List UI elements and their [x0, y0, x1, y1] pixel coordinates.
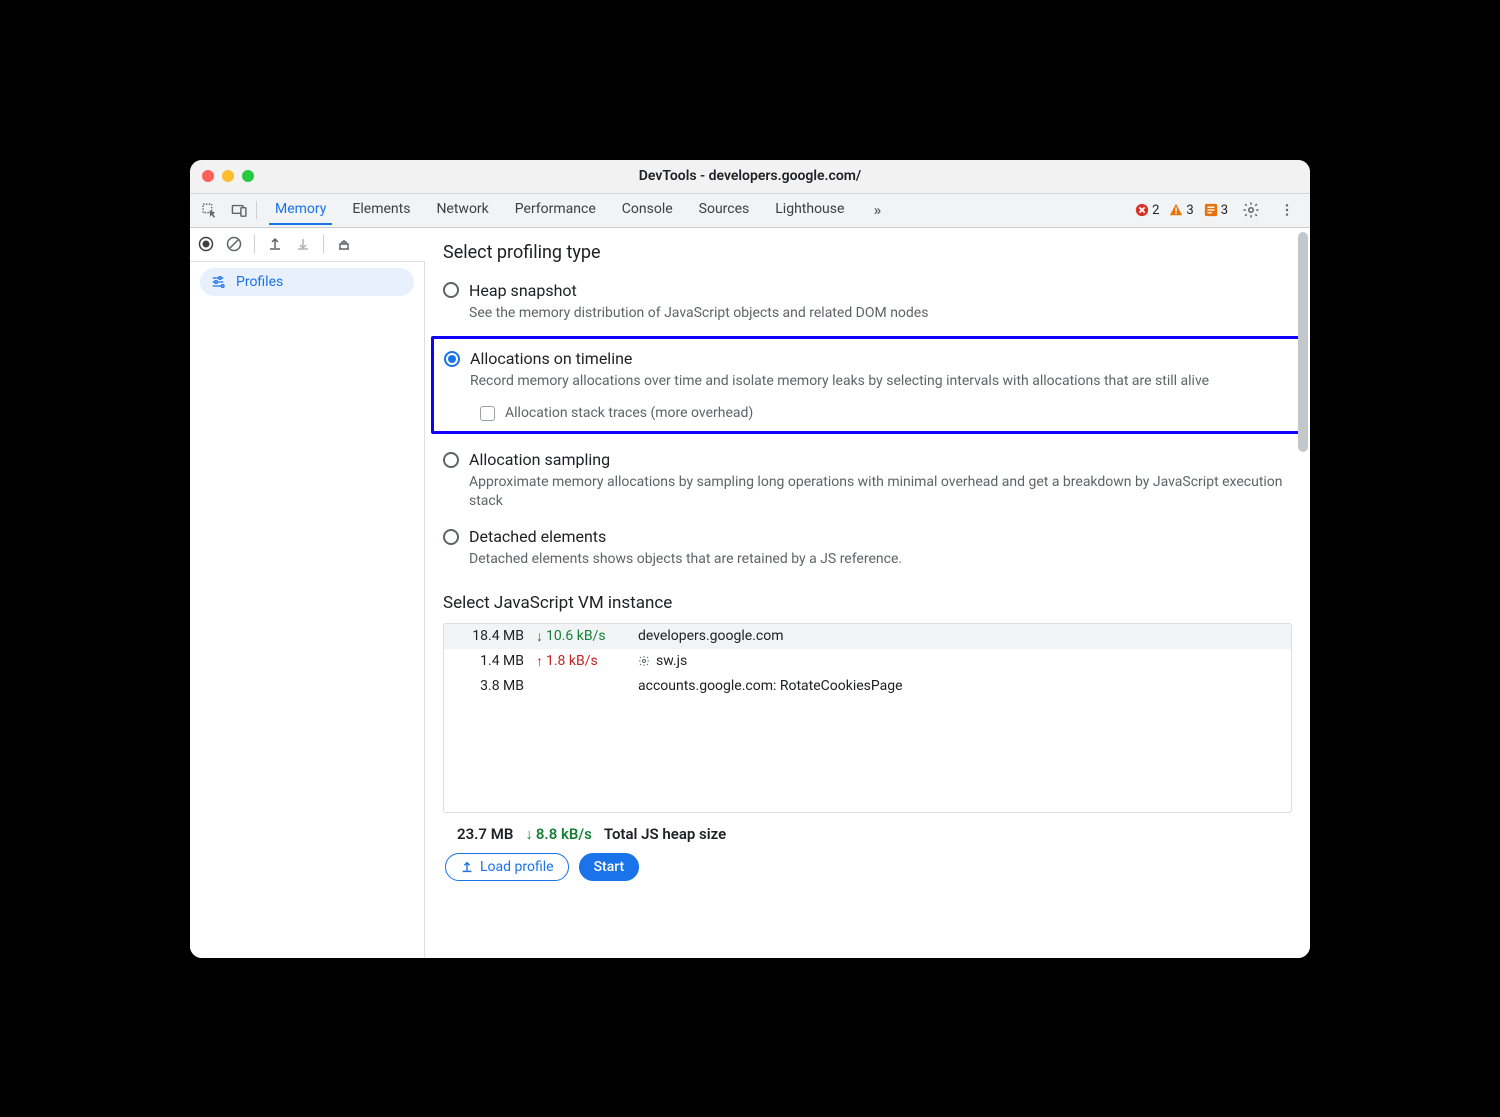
clear-icon[interactable]	[226, 236, 242, 252]
total-label: Total JS heap size	[604, 825, 726, 843]
tab-network[interactable]: Network	[430, 195, 494, 225]
devtools-window: DevTools - developers.google.com/ Memory…	[190, 160, 1310, 958]
start-button[interactable]: Start	[579, 853, 640, 881]
option-allocation-sampling[interactable]: Allocation sampling Approximate memory a…	[443, 444, 1292, 521]
window-title: DevTools - developers.google.com/	[639, 168, 862, 184]
arrow-down-icon: ↓	[525, 825, 533, 843]
divider	[256, 201, 257, 219]
errors-badge[interactable]: 2	[1135, 203, 1159, 218]
suboption-label: Allocation stack traces (more overhead)	[505, 405, 753, 421]
vm-size: 1.4 MB	[454, 653, 524, 669]
minimize-window-button[interactable]	[222, 170, 234, 182]
total-heap-row: 23.7 MB ↓8.8 kB/s Total JS heap size	[443, 813, 1292, 853]
vm-name: sw.js	[638, 653, 1281, 669]
sliders-icon	[210, 274, 226, 290]
tab-console[interactable]: Console	[616, 195, 679, 225]
vm-name: accounts.google.com: RotateCookiesPage	[638, 678, 1281, 694]
window-controls	[202, 170, 254, 182]
zoom-window-button[interactable]	[242, 170, 254, 182]
vm-instance-table: 18.4 MB ↓10.6 kB/s developers.google.com…	[443, 623, 1292, 813]
inspect-element-icon[interactable]	[196, 197, 222, 223]
tab-performance[interactable]: Performance	[509, 195, 602, 225]
sidebar-item-label: Profiles	[236, 274, 283, 290]
vm-size: 3.8 MB	[454, 678, 524, 694]
radio-icon[interactable]	[443, 529, 459, 545]
option-label: Allocations on timeline	[470, 349, 632, 368]
panel-tabbar: Memory Elements Network Performance Cons…	[190, 194, 1310, 228]
load-profile-button[interactable]: Load profile	[445, 853, 569, 881]
issues-count: 3	[1221, 203, 1228, 218]
warnings-count: 3	[1186, 203, 1193, 218]
option-desc: Detached elements shows objects that are…	[469, 550, 1292, 569]
download-icon[interactable]	[295, 236, 311, 252]
collect-garbage-icon[interactable]	[336, 236, 352, 252]
option-detached-elements[interactable]: Detached elements Detached elements show…	[443, 521, 1292, 579]
tab-lighthouse[interactable]: Lighthouse	[769, 195, 850, 225]
option-desc: Approximate memory allocations by sampli…	[469, 473, 1292, 511]
radio-icon[interactable]	[443, 282, 459, 298]
vm-row[interactable]: 1.4 MB ↑1.8 kB/s sw.js	[444, 649, 1291, 674]
radio-icon[interactable]	[443, 452, 459, 468]
scrollbar-thumb[interactable]	[1298, 232, 1308, 452]
option-allocations-timeline[interactable]: Allocations on timeline Record memory al…	[444, 349, 1291, 421]
vm-name: developers.google.com	[638, 628, 1281, 644]
tab-sources[interactable]: Sources	[693, 195, 756, 225]
more-tabs-icon[interactable]: »	[864, 197, 890, 223]
warnings-badge[interactable]: 3	[1169, 203, 1193, 218]
device-toolbar-icon[interactable]	[226, 197, 252, 223]
suboption-stack-traces[interactable]: Allocation stack traces (more overhead)	[480, 405, 1291, 421]
radio-icon[interactable]	[444, 351, 460, 367]
record-icon[interactable]	[198, 236, 214, 252]
vm-size: 18.4 MB	[454, 628, 524, 644]
vm-rate: ↓10.6 kB/s	[536, 628, 626, 645]
titlebar: DevTools - developers.google.com/	[190, 160, 1310, 194]
issues-badge[interactable]: 3	[1204, 203, 1228, 218]
upload-icon[interactable]	[267, 236, 283, 252]
panel-tabs: Memory Elements Network Performance Cons…	[269, 195, 1131, 225]
option-desc: Record memory allocations over time and …	[470, 372, 1291, 391]
kebab-menu-icon[interactable]	[1274, 197, 1300, 223]
vm-rate: ↑1.8 kB/s	[536, 653, 626, 670]
gear-icon	[638, 655, 650, 667]
profiling-type-heading: Select profiling type	[443, 242, 1292, 263]
errors-count: 2	[1152, 203, 1159, 218]
option-label: Heap snapshot	[469, 281, 577, 300]
checkbox-icon[interactable]	[480, 406, 495, 421]
highlighted-option-box: Allocations on timeline Record memory al…	[431, 336, 1304, 434]
vm-row[interactable]: 3.8 MB accounts.google.com: RotateCookie…	[444, 674, 1291, 698]
arrow-up-icon: ↑	[536, 653, 543, 670]
memory-toolbar	[190, 228, 425, 262]
panel-body: Profiles Select profiling type Heap snap…	[190, 228, 1310, 958]
total-rate: ↓8.8 kB/s	[525, 825, 592, 843]
vm-row[interactable]: 18.4 MB ↓10.6 kB/s developers.google.com	[444, 624, 1291, 649]
option-heap-snapshot[interactable]: Heap snapshot See the memory distributio…	[443, 275, 1292, 333]
status-indicators: 2 3 3	[1135, 197, 1300, 223]
scrollbar-track[interactable]	[1299, 230, 1309, 958]
upload-icon	[460, 860, 474, 874]
option-desc: See the memory distribution of JavaScrip…	[469, 304, 1292, 323]
footer-buttons: Load profile Start	[443, 853, 1292, 885]
vm-instance-heading: Select JavaScript VM instance	[443, 593, 1292, 613]
divider	[323, 235, 324, 253]
main-content: Select profiling type Heap snapshot See …	[425, 228, 1310, 958]
close-window-button[interactable]	[202, 170, 214, 182]
tab-elements[interactable]: Elements	[346, 195, 416, 225]
option-label: Detached elements	[469, 527, 606, 546]
tab-memory[interactable]: Memory	[269, 195, 332, 225]
divider	[254, 235, 255, 253]
total-size: 23.7 MB	[457, 825, 513, 843]
arrow-down-icon: ↓	[536, 628, 543, 645]
profiles-sidebar: Profiles	[190, 262, 425, 958]
option-label: Allocation sampling	[469, 450, 610, 469]
sidebar-item-profiles[interactable]: Profiles	[200, 268, 414, 296]
settings-gear-icon[interactable]	[1238, 197, 1264, 223]
